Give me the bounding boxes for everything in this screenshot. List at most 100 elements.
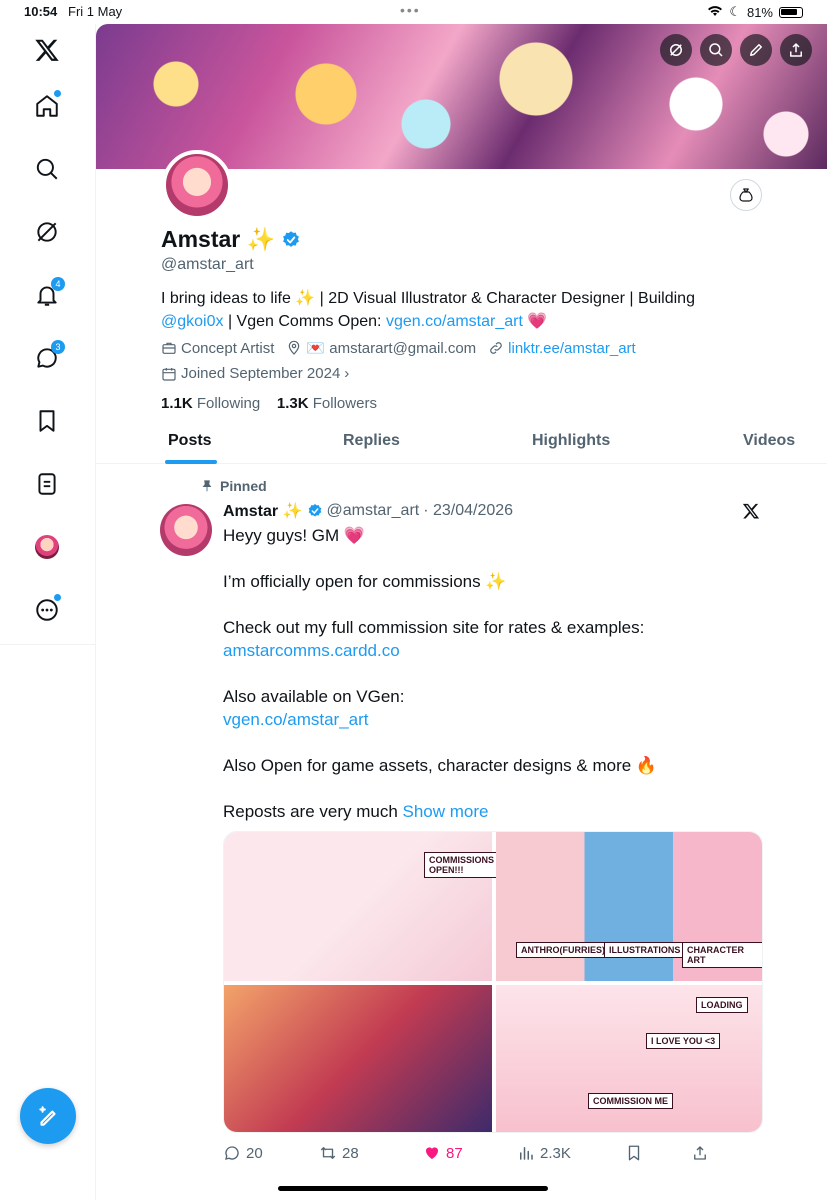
sidebar-item-messages[interactable]: 3	[27, 338, 67, 378]
share-banner-button[interactable]	[780, 34, 812, 66]
bio-text: | Vgen Comms Open:	[223, 313, 386, 330]
media-label: ANTHRO(FURRIES)	[516, 942, 610, 958]
reply-button[interactable]: 20	[223, 1144, 319, 1162]
views-button[interactable]: 2.3K	[517, 1144, 625, 1162]
moon-icon: ☾	[729, 4, 741, 19]
profile-name: Amstar ✨	[161, 226, 276, 252]
profile-tabs: Posts Replies Highlights Videos	[96, 424, 827, 464]
sidebar-item-notifications[interactable]: 4	[27, 275, 67, 315]
repost-icon	[320, 1147, 336, 1159]
post-author-name[interactable]: Amstar ✨	[223, 501, 303, 521]
sidebar-item-bookmarks[interactable]	[27, 401, 67, 441]
status-time: 10:54	[24, 4, 58, 19]
post-author-avatar[interactable]	[160, 504, 212, 556]
tab-highlights[interactable]: Highlights	[532, 432, 610, 450]
search-icon	[36, 158, 58, 180]
media-image-1[interactable]: COMMISSIONS OPEN!!!	[224, 832, 500, 981]
active-tab-indicator	[165, 460, 217, 464]
share-button[interactable]	[691, 1144, 709, 1162]
post-paragraph: Check out my full commission site for ra…	[223, 616, 783, 662]
pinned-indicator: Pinned	[200, 478, 267, 494]
profile-joined: Joined September 2024	[181, 365, 341, 382]
profile-avatar[interactable]	[162, 150, 232, 220]
repost-button[interactable]: 28	[319, 1144, 423, 1162]
media-image-3[interactable]	[224, 985, 492, 1132]
bookmark-button[interactable]	[625, 1144, 691, 1162]
like-button[interactable]: 87	[423, 1144, 517, 1162]
grok-banner-button[interactable]	[660, 34, 692, 66]
edit-banner-button[interactable]	[740, 34, 772, 66]
post-paragraph: Also available on VGen: vgen.co/amstar_ar…	[223, 685, 783, 731]
more-unread-dot	[54, 594, 61, 601]
post-line: I’m officially open for commissions ✨	[223, 572, 507, 591]
follow-counts: 1.1K Following 1.3K Followers	[161, 395, 377, 412]
link-icon	[490, 342, 503, 354]
commission-site-link[interactable]: amstarcomms.cardd.co	[223, 641, 400, 660]
money-bag-button[interactable]	[730, 179, 762, 211]
like-count: 87	[446, 1144, 463, 1162]
sidebar-item-explore[interactable]	[27, 149, 67, 189]
sidebar-item-profile[interactable]	[27, 527, 67, 567]
wifi-icon	[707, 5, 723, 20]
pin-icon	[202, 480, 212, 492]
post-date[interactable]: · 23/04/2026	[423, 502, 513, 520]
sidebar-item-grok[interactable]	[27, 212, 67, 252]
home-indicator[interactable]	[278, 1186, 548, 1191]
joined-item[interactable]: Joined September 2024 ›	[161, 365, 349, 382]
status-bar: 10:54 Fri 1 May ••• ☾ 81%	[0, 0, 827, 24]
sidebar-divider	[0, 644, 96, 645]
followers-label: Followers	[312, 395, 377, 412]
search-icon	[709, 43, 723, 57]
media-label: ILLUSTRATIONS	[604, 942, 686, 958]
following-link[interactable]: 1.1K Following	[161, 395, 260, 412]
pinned-label: Pinned	[220, 478, 267, 494]
bio-emoji: 💗	[522, 313, 548, 330]
post-line: Check out my full commission site for ra…	[223, 618, 645, 637]
bio-mention-link[interactable]: @gkoi0x	[161, 313, 224, 330]
x-logo-icon[interactable]	[27, 30, 67, 70]
battery-icon	[779, 6, 803, 18]
share-icon	[694, 1146, 706, 1160]
heart-filled-icon	[426, 1147, 438, 1159]
website-item[interactable]: linktr.ee/amstar_art	[488, 340, 636, 357]
verified-badge-icon[interactable]	[281, 230, 301, 250]
location-pin-icon	[289, 340, 300, 355]
multitasking-dots-icon[interactable]: •••	[400, 2, 421, 18]
followers-link[interactable]: 1.3K Followers	[277, 395, 377, 412]
profile-bio: I bring ideas to life ✨ | 2D Visual Illu…	[161, 287, 761, 333]
sidebar-item-home[interactable]	[27, 86, 67, 126]
post-header: Amstar ✨ @amstar_art · 23/04/2026	[223, 501, 513, 521]
feather-plus-icon	[39, 1106, 56, 1126]
post-media-grid: COMMISSIONS OPEN!!! ANTHRO(FURRIES) ILLU…	[223, 831, 763, 1133]
post-line: Also available on VGen:	[223, 687, 405, 706]
bookmark-icon	[39, 410, 55, 432]
post-author-handle[interactable]: @amstar_art	[327, 502, 420, 520]
repost-count: 28	[342, 1144, 359, 1162]
bar-chart-icon	[520, 1147, 533, 1160]
tab-replies[interactable]: Replies	[343, 432, 400, 450]
following-count: 1.1K	[161, 395, 193, 412]
location-item: 💌 amstarart@gmail.com	[286, 339, 476, 357]
messages-badge: 3	[51, 340, 65, 354]
search-banner-button[interactable]	[700, 34, 732, 66]
media-image-2[interactable]: ANTHRO(FURRIES) ILLUSTRATIONS CHARACTER …	[496, 832, 762, 981]
vgen-link[interactable]: vgen.co/amstar_art	[223, 710, 369, 729]
sidebar-item-more[interactable]	[27, 590, 67, 630]
show-more-link[interactable]: Show more	[403, 802, 489, 821]
profile-website-link[interactable]: linktr.ee/amstar_art	[508, 340, 636, 357]
tab-videos[interactable]: Videos	[743, 432, 795, 450]
compose-post-button[interactable]	[20, 1088, 76, 1144]
media-image-4[interactable]: LOADING I LOVE YOU <3 COMMISSION ME	[496, 985, 762, 1132]
tab-posts[interactable]: Posts	[168, 432, 212, 450]
following-label: Following	[196, 395, 261, 412]
briefcase-icon	[162, 342, 176, 354]
sidebar-item-lists[interactable]	[27, 464, 67, 504]
profile-meta: Concept Artist 💌 amstarart@gmail.com lin…	[161, 339, 636, 357]
followers-count: 1.3K	[276, 395, 309, 412]
profile-main: Amstar ✨ @amstar_art I bring ideas to li…	[96, 24, 827, 1200]
list-icon	[38, 473, 56, 495]
post-text: Heyy guys! GM 💗 I’m officially open for …	[223, 524, 783, 846]
bio-vgen-link[interactable]: vgen.co/amstar_art	[386, 313, 523, 330]
x-logo-icon[interactable]	[742, 502, 760, 525]
money-bag-icon	[739, 188, 753, 202]
